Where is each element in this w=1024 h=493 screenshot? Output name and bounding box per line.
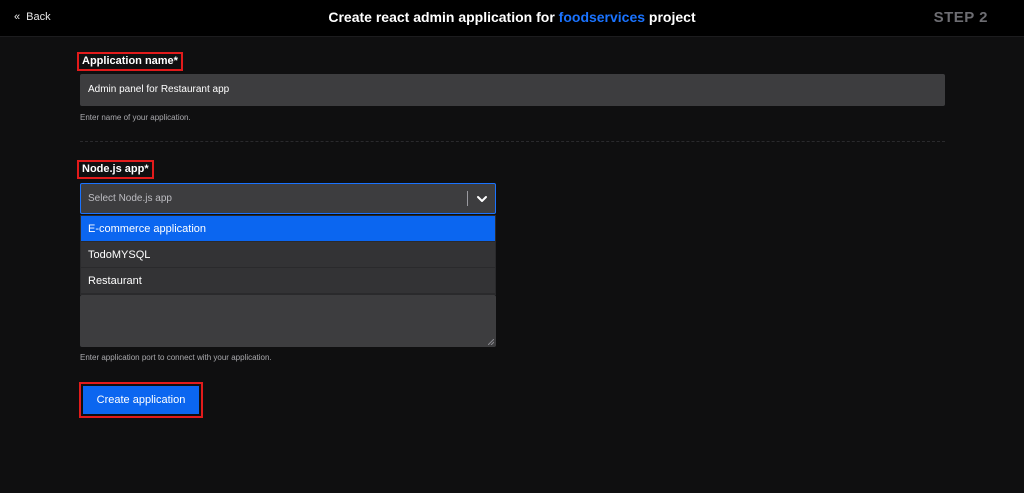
project-name: foodservices xyxy=(558,9,646,25)
section-divider xyxy=(80,141,945,142)
application-name-input[interactable]: Admin panel for Restaurant app xyxy=(80,74,945,106)
select-separator xyxy=(467,191,468,206)
application-name-label: Application name* xyxy=(77,52,183,71)
nodejs-app-label: Node.js app* xyxy=(77,160,154,179)
page-title: Create react admin application for foods… xyxy=(0,9,1024,25)
application-port-help: Enter application port to connect with y… xyxy=(80,353,272,362)
nodejs-app-options: E-commerce application TodoMYSQL Restauran… xyxy=(80,215,496,295)
step-indicator: STEP 2 xyxy=(933,9,988,26)
dropdown-option[interactable]: E-commerce application xyxy=(81,216,495,242)
nodejs-app-select[interactable]: Select Node.js app xyxy=(80,183,496,214)
create-application-button[interactable]: Create application xyxy=(83,386,199,414)
dropdown-option[interactable]: Restaurant xyxy=(81,268,495,294)
nodejs-app-placeholder: Select Node.js app xyxy=(88,193,172,204)
title-suffix: project xyxy=(645,9,696,25)
create-application-button-highlight: Create application xyxy=(79,382,203,418)
title-prefix: Create react admin application for xyxy=(328,9,559,25)
top-bar: « Back Create react admin application fo… xyxy=(0,0,1024,37)
application-name-help: Enter name of your application. xyxy=(80,113,191,122)
chevron-down-icon[interactable] xyxy=(475,192,489,206)
resize-handle-icon[interactable] xyxy=(488,339,494,345)
application-port-textarea[interactable] xyxy=(80,295,496,347)
dropdown-option[interactable]: TodoMYSQL xyxy=(81,242,495,268)
